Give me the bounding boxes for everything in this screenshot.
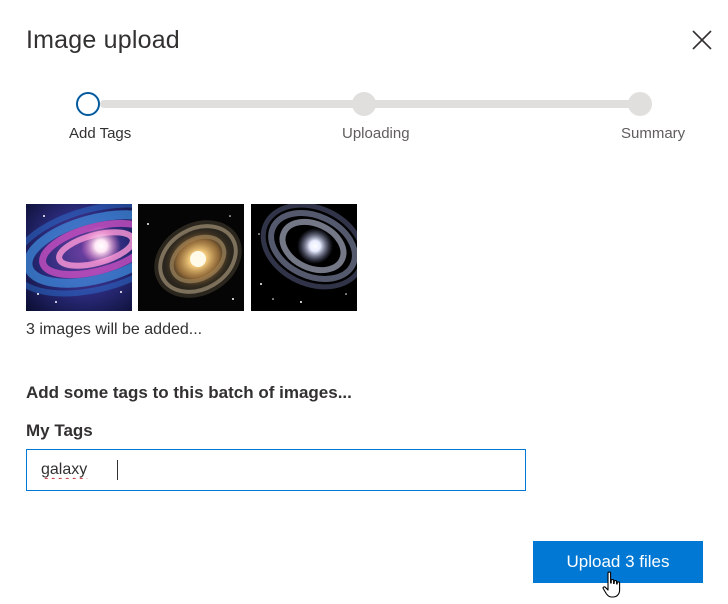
step-uploading-indicator — [352, 92, 376, 116]
step-summary-label: Summary — [621, 125, 686, 142]
my-tags-field — [26, 449, 526, 491]
progress-stepper: Add Tags Uploading Summary — [0, 0, 728, 160]
galaxy-thumbnail-1 — [26, 204, 132, 311]
step-add-tags-indicator — [76, 92, 100, 116]
step-summary-indicator — [628, 92, 652, 116]
my-tags-label: My Tags — [26, 421, 93, 440]
my-tags-input[interactable] — [27, 450, 525, 490]
image-upload-dialog: Image upload Add Tags Uploading Summary — [0, 0, 728, 604]
images-count-text: 3 images will be added... — [26, 321, 203, 338]
upload-files-button[interactable]: Upload 3 files — [533, 541, 703, 583]
step-uploading-label: Uploading — [342, 125, 410, 142]
galaxy-thumbnail-2 — [138, 204, 244, 311]
text-caret — [117, 460, 118, 480]
tags-heading: Add some tags to this batch of images... — [26, 383, 352, 402]
step-add-tags-label: Add Tags — [69, 125, 132, 142]
galaxy-thumbnail-3 — [251, 204, 357, 311]
